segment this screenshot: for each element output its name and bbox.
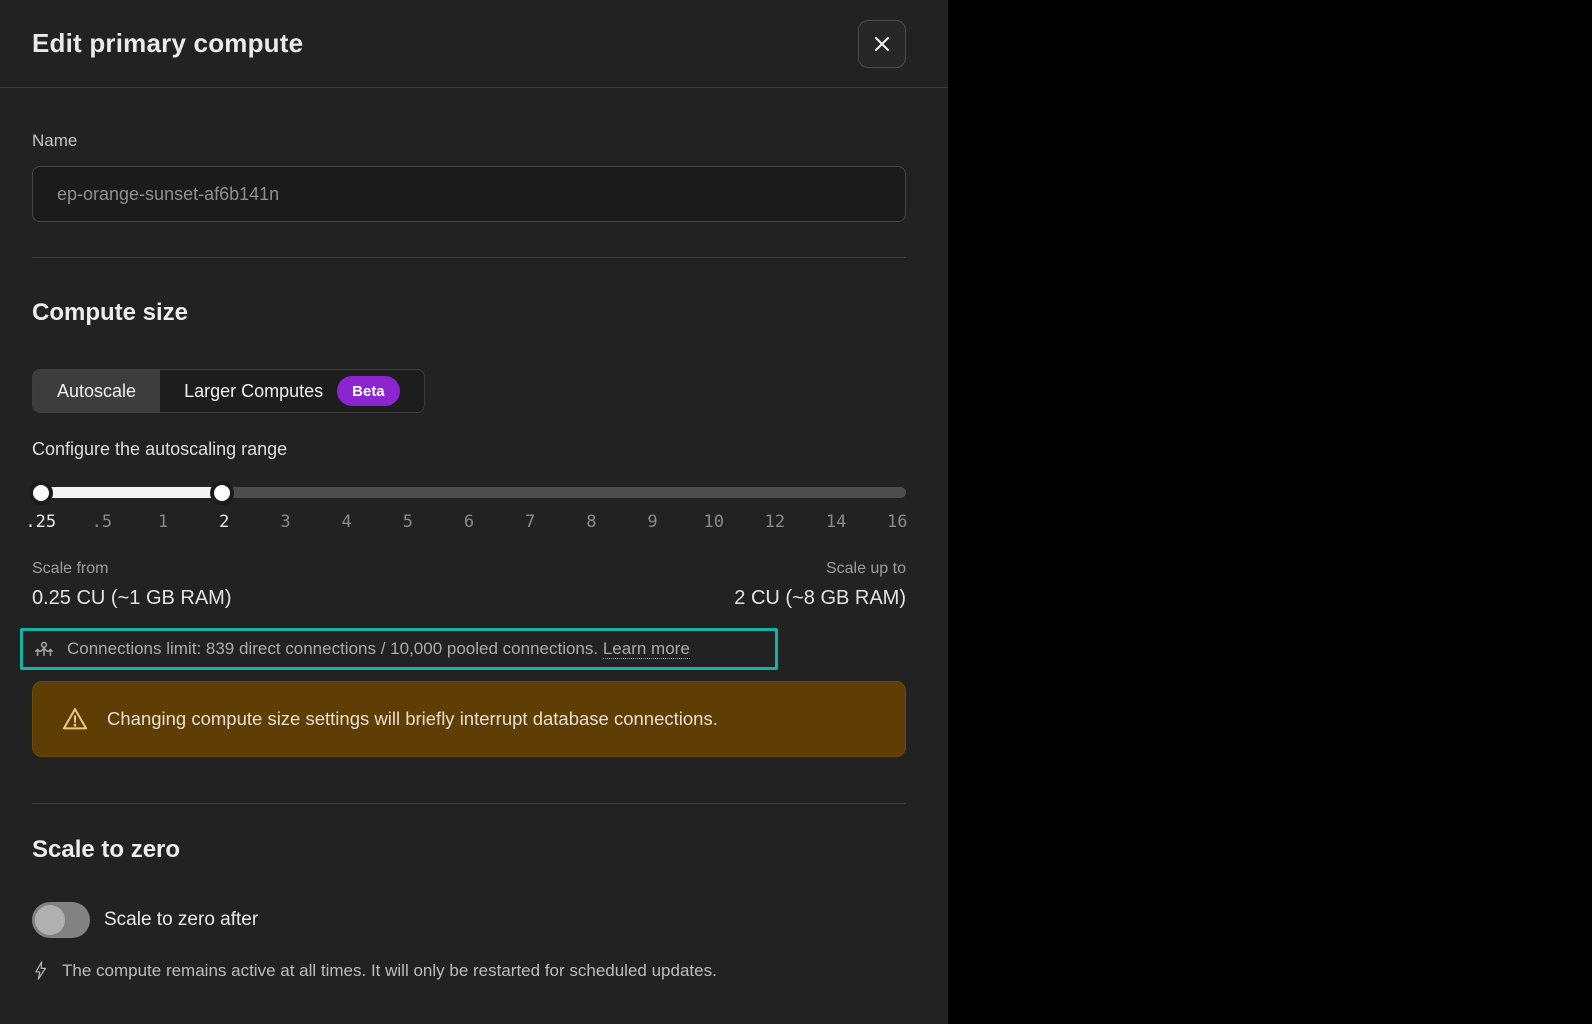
- slider-tick-6: 6: [463, 512, 475, 532]
- section-divider: [32, 257, 906, 258]
- slider-tick-16: 16: [887, 512, 908, 532]
- name-label: Name: [32, 131, 78, 150]
- edit-primary-compute-dialog: Edit primary compute Name Compute size A…: [0, 0, 948, 1024]
- scale-up-to-value: 2 CU (~8 GB RAM): [734, 587, 906, 609]
- slider-tick-.25: .25: [25, 512, 57, 532]
- compute-size-heading: Compute size: [32, 299, 189, 326]
- autoscaling-range-label: Configure the autoscaling range: [32, 439, 288, 459]
- scale-up-to-block: Scale up to 2 CU (~8 GB RAM): [734, 558, 906, 612]
- users-icon: [33, 638, 55, 660]
- slider-handle-max[interactable]: [213, 484, 230, 501]
- slider-tick-4: 4: [341, 512, 352, 532]
- connections-limit-text: Connections limit: 839 direct connection…: [67, 639, 690, 659]
- slider-tick-.5: .5: [91, 512, 113, 532]
- beta-badge: Beta: [337, 376, 400, 406]
- compute-active-note: The compute remains active at all times.…: [32, 960, 906, 981]
- slider-tick-1: 1: [157, 512, 169, 532]
- slider-handle-min[interactable]: [32, 484, 49, 501]
- scale-summary: Scale from 0.25 CU (~1 GB RAM) Scale up …: [32, 558, 906, 612]
- compute-size-warning-banner: Changing compute size settings will brie…: [32, 681, 906, 757]
- close-button[interactable]: [858, 19, 906, 68]
- slider-tick-2: 2: [219, 512, 230, 532]
- scale-to-zero-toggle-label: Scale to zero after: [104, 909, 259, 930]
- slider-tick-8: 8: [586, 512, 597, 532]
- slider-tick-5: 5: [402, 512, 413, 532]
- dialog-body: Name Compute size Autoscale Larger Compu…: [0, 130, 948, 981]
- scale-up-to-label: Scale up to: [825, 560, 906, 577]
- slider-tick-14: 14: [825, 512, 847, 532]
- toggle-knob: [35, 905, 65, 935]
- scale-from-label: Scale from: [32, 560, 109, 577]
- tab-larger-computes-label: Larger Computes: [184, 380, 324, 401]
- slider-ticks: .25.5 1 2 3 4 5 6 7 8 9 10 12 14 16: [25, 512, 908, 536]
- compute-active-note-text: The compute remains active at all times.…: [62, 960, 717, 980]
- slider-tick-10: 10: [703, 512, 724, 532]
- dialog-title: Edit primary compute: [32, 28, 304, 58]
- slider-tick-12: 12: [764, 512, 786, 532]
- slider-tick-3: 3: [280, 512, 291, 532]
- lightning-bolt-icon: [32, 960, 49, 981]
- tab-autoscale[interactable]: Autoscale: [33, 370, 161, 412]
- warning-text: Changing compute size settings will brie…: [107, 708, 718, 729]
- name-input[interactable]: [32, 166, 906, 222]
- scale-to-zero-toggle[interactable]: [32, 902, 90, 938]
- slider-tick-7: 7: [525, 512, 536, 532]
- warning-triangle-icon: [61, 705, 89, 733]
- tab-larger-computes[interactable]: Larger Computes Beta: [160, 370, 424, 412]
- close-icon: [873, 35, 891, 53]
- compute-size-tab-group: Autoscale Larger Computes Beta: [32, 369, 425, 413]
- section-divider: [32, 803, 906, 804]
- scale-from-block: Scale from 0.25 CU (~1 GB RAM): [32, 558, 232, 612]
- slider-fill: [32, 487, 222, 498]
- scale-to-zero-heading: Scale to zero: [32, 836, 181, 863]
- learn-more-link[interactable]: Learn more: [602, 639, 690, 659]
- scale-from-value: 0.25 CU (~1 GB RAM): [32, 587, 232, 609]
- connections-limit-highlight-annotation: Connections limit: 839 direct connection…: [20, 628, 778, 670]
- scale-to-zero-row: Scale to zero after: [32, 902, 906, 938]
- tab-autoscale-label: Autoscale: [57, 380, 137, 401]
- slider-tick-9: 9: [647, 512, 658, 532]
- autoscaling-range-slider[interactable]: [32, 484, 906, 501]
- dialog-header: Edit primary compute: [0, 0, 948, 88]
